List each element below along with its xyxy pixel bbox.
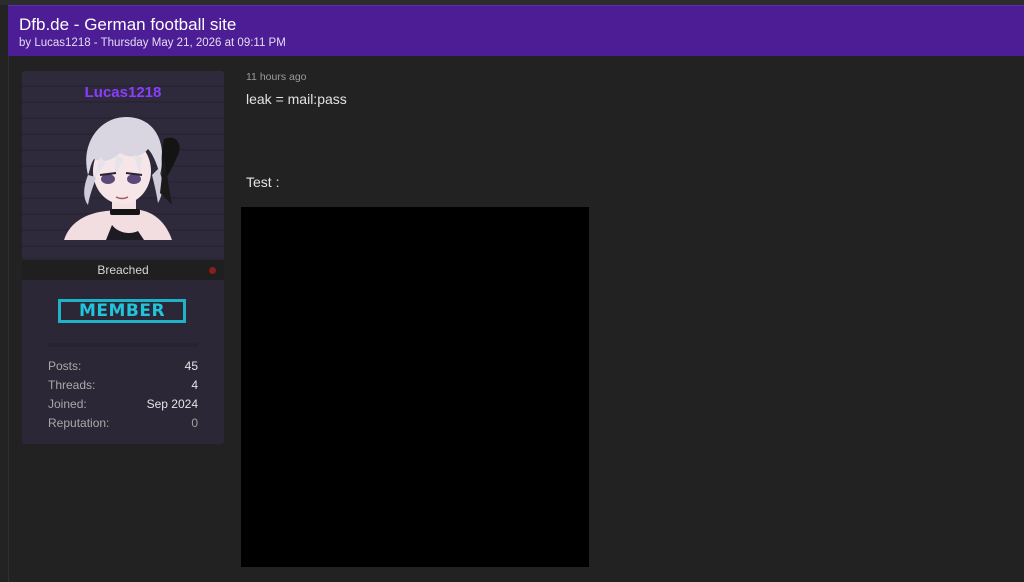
status-label: Breached (97, 263, 149, 277)
post-image[interactable] (241, 207, 589, 567)
offline-status-dot-icon (209, 267, 216, 274)
post-body-line: leak = mail:pass (246, 91, 347, 107)
stat-row-joined: Joined: Sep 2024 (48, 395, 198, 414)
stat-label: Joined: (48, 397, 87, 411)
thread-meta: by Lucas1218 - Thursday May 21, 2026 at … (19, 37, 286, 49)
post-body-line: Test : (246, 174, 280, 190)
thread-page: Dfb.de - German football site by Lucas12… (0, 0, 1024, 582)
thread-header: Dfb.de - German football site by Lucas12… (8, 5, 1024, 56)
author-card: Lucas1218 Breached MEMBER Posts: 45 Thre… (22, 71, 224, 444)
rank-divider (48, 343, 198, 347)
stat-row-threads: Threads: 4 (48, 376, 198, 395)
post-timestamp[interactable]: 11 hours ago (246, 71, 307, 83)
author-username[interactable]: Lucas1218 (22, 84, 224, 101)
status-bar: Breached (22, 260, 224, 280)
stat-value[interactable]: 0 (191, 416, 198, 430)
stat-value: 45 (184, 359, 198, 373)
stat-label: Threads: (48, 378, 96, 392)
stat-row-reputation: Reputation: 0 (48, 414, 198, 433)
rank-badge: MEMBER (58, 299, 186, 323)
avatar[interactable] (60, 113, 186, 240)
stat-value: 4 (191, 378, 198, 392)
stat-label: Reputation: (48, 416, 110, 430)
thread-title: Dfb.de - German football site (19, 15, 237, 34)
stat-row-posts: Posts: 45 (48, 357, 198, 376)
author-stats: Posts: 45 Threads: 4 Joined: Sep 2024 Re… (48, 357, 198, 433)
stat-label: Posts: (48, 359, 82, 373)
stat-value: Sep 2024 (146, 397, 198, 411)
